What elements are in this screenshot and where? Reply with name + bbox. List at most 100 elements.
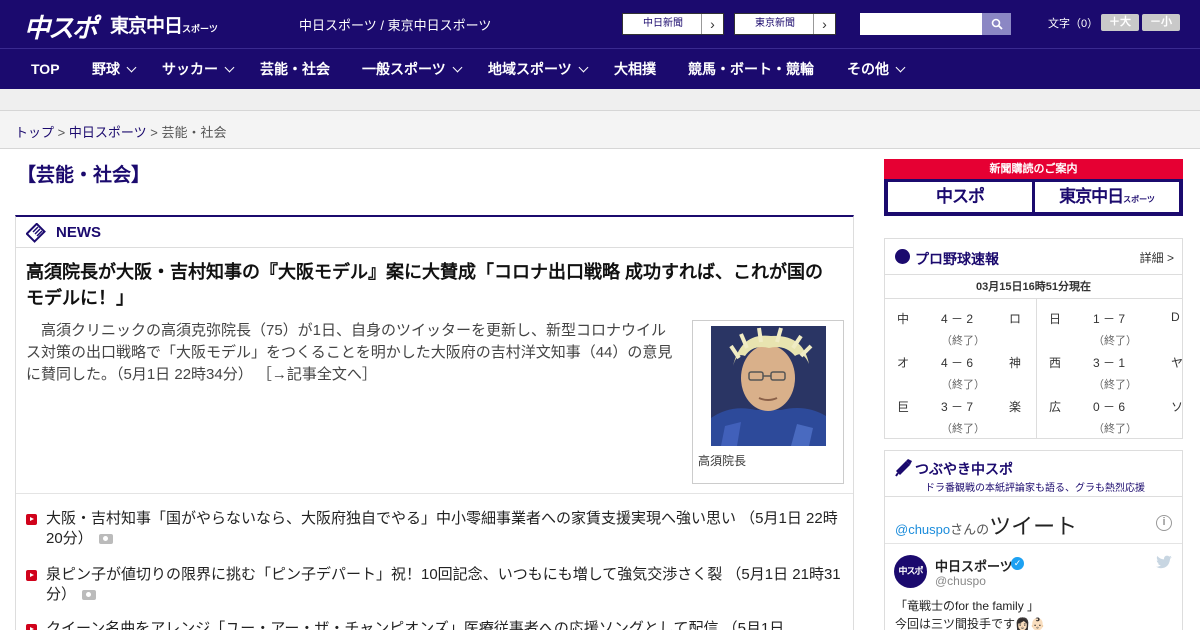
nav-label: 芸能・社会 [260, 61, 330, 77]
game-score[interactable]: 中 4 － 2 ロ （終了） [897, 310, 1037, 354]
away-team: 楽 [1009, 400, 1022, 414]
tweet-feed-heading: @chuspoさんのツイート [895, 509, 1077, 541]
tweet-text-line: 今回は三ツ間投手です👩🏻👶🏻 [895, 617, 1045, 630]
news-section-label: NEWS [56, 224, 101, 241]
nav-label: 大相撲 [614, 61, 656, 77]
game-score[interactable]: 巨 3 － 7 楽 （終了） [897, 398, 1037, 442]
score: 3 － 1 [1093, 356, 1126, 370]
breadcrumb-current: 芸能・社会 [161, 125, 227, 140]
nav-item-general-sports[interactable]: 一般スポーツ [362, 49, 463, 89]
chevron-right-icon: › [813, 14, 835, 34]
search-icon [991, 18, 1003, 30]
news-header: NEWS [16, 217, 853, 248]
game-score[interactable]: オ 4 － 6 神 （終了） [897, 354, 1037, 398]
font-larger-button[interactable]: ＋大 [1101, 14, 1139, 31]
tweet-title: つぶやき中スポ [915, 461, 1013, 477]
nav-item-entertainment[interactable]: 芸能・社会 [260, 49, 330, 89]
scores-timestamp: 03月15日16時51分現在 [885, 275, 1182, 299]
chevron-down-icon [895, 62, 906, 73]
chunichi-shimbun-label: 中日新聞 [643, 18, 683, 29]
nav-item-keiba[interactable]: 競馬・ボート・競輪 [688, 49, 814, 89]
divider [885, 543, 1182, 544]
breadcrumb-top[interactable]: トップ [15, 125, 54, 140]
tweet-header: つぶやき中スポ ドラ番観戦の本紙評論家も語る、グラも熱烈応援 [885, 451, 1182, 497]
breadcrumb: トップ > 中日スポーツ > 芸能・社会 [0, 111, 1200, 149]
breadcrumb-separator: > [150, 125, 158, 140]
divider [16, 493, 853, 494]
tokyo-shimbun-button[interactable]: 東京新聞 › [734, 13, 836, 35]
tweet-author-handle: @chuspo [935, 574, 986, 588]
main-headline[interactable]: 高須院長が大阪・吉村知事の『大阪モデル』案に大賛成「コロナ出口戦略 成功すれば、… [26, 259, 836, 311]
list-item-link[interactable]: 泉ピン子が値切りの限界に挑む「ピン子デパート」祝！10回記念、いつもにも増して強… [46, 566, 841, 603]
account-suffix: さんの [950, 522, 990, 537]
away-team: ロ [1009, 312, 1022, 326]
nav-item-others[interactable]: その他 [847, 49, 906, 89]
article-image [711, 326, 826, 446]
breadcrumb-chunichi-sports[interactable]: 中日スポーツ [69, 125, 147, 140]
subscription-header[interactable]: 新聞購読のご案内 [884, 159, 1183, 179]
home-team: 巨 [897, 400, 910, 414]
subscribe-tokyo-small: スポーツ [1123, 195, 1155, 204]
nav-label: その他 [847, 61, 889, 77]
site-title: 中日スポーツ / 東京中日スポーツ [299, 18, 492, 33]
account-link[interactable]: @chuspo [895, 522, 950, 537]
nav-label: 野球 [92, 61, 120, 77]
list-item[interactable]: 泉ピン子が値切りの限界に挑む「ピン子デパート」祝！10回記念、いつもにも増して強… [26, 565, 841, 605]
camera-icon [98, 534, 113, 544]
nav-item-soccer[interactable]: サッカー [162, 49, 235, 89]
tokyo-logo-small: スポーツ [182, 25, 218, 35]
game-status: （終了） [1093, 379, 1137, 391]
subscribe-tokyo-label: 東京中日 [1059, 187, 1124, 207]
score: 4 － 2 [941, 312, 974, 326]
search-button[interactable] [982, 13, 1011, 35]
sub-bar [0, 89, 1200, 111]
home-team: 日 [1049, 312, 1062, 326]
subscribe-chuspo-button[interactable]: 中スポ [888, 182, 1032, 212]
list-item-link[interactable]: 大阪・吉村知事「国がやらないなら、大阪府独自でやる」中小零細事業者への家賃支援実… [46, 510, 838, 547]
search-input[interactable] [860, 13, 982, 35]
nav-label: TOP [31, 61, 60, 77]
chunichi-shimbun-button[interactable]: 中日新聞 › [622, 13, 724, 35]
photo-caption: 高須院長 [698, 454, 747, 468]
info-icon[interactable]: i [1156, 515, 1172, 531]
baseball-icon [895, 249, 910, 264]
tweet-text: 「竜戦士のfor the family 」 今回は三ツ間投手です👩🏻👶🏻 [895, 597, 1165, 630]
subscribe-tokyo-button[interactable]: 東京中日スポーツ [1035, 182, 1179, 212]
game-status: （終了） [1093, 423, 1137, 435]
tweet-text-line: 「竜戦士のfor the family 」 [895, 599, 1040, 613]
list-item-link[interactable]: クイーン名曲をアレンジ「ユー・アー・ザ・チャンピオンズ」医療従事者への応援ソング… [46, 620, 784, 630]
list-item[interactable]: 大阪・吉村知事「国がやらないなら、大阪府独自でやる」中小零細事業者への家賃支援実… [26, 509, 841, 549]
nav-label: 競馬・ボート・競輪 [688, 61, 814, 77]
nav-item-local-sports[interactable]: 地域スポーツ [488, 49, 589, 89]
top-header: 中スポ 東京中日スポーツ 中日スポーツ / 東京中日スポーツ 中日新聞 › 東京… [0, 0, 1200, 48]
avatar[interactable]: 中スポ [894, 555, 927, 588]
away-team: 神 [1009, 356, 1022, 370]
article-photo[interactable]: 高須院長 [692, 320, 844, 484]
nav-item-top[interactable]: TOP [31, 49, 60, 89]
news-icon [26, 223, 46, 243]
nav-item-sumo[interactable]: 大相撲 [614, 49, 656, 89]
megaphone-icon [895, 459, 912, 477]
home-team: 西 [1049, 356, 1062, 370]
article-lead: 高須クリニックの高須克弥院長（75）が1日、自身のツイッターを更新し、新型コロナ… [26, 320, 680, 386]
subscription-banner: 新聞購読のご案内 中スポ 東京中日スポーツ [884, 159, 1183, 216]
page-title: 【芸能・社会】 [17, 165, 151, 186]
font-smaller-button[interactable]: －小 [1142, 14, 1180, 31]
game-score[interactable]: 日 1 － 7 D （終了） [1049, 310, 1189, 354]
scores-details-link[interactable]: 詳細 > [1140, 249, 1174, 266]
nav-item-baseball[interactable]: 野球 [92, 49, 137, 89]
game-score[interactable]: 西 3 － 1 ヤ （終了） [1049, 354, 1189, 398]
chuspo-logo[interactable]: 中スポ [24, 8, 98, 45]
list-item[interactable]: クイーン名曲をアレンジ「ユー・アー・ザ・チャンピオンズ」医療従事者への応援ソング… [26, 619, 841, 630]
tokyo-chunichi-logo[interactable]: 東京中日スポーツ [110, 11, 218, 38]
tweet-heading: ツイート [989, 514, 1078, 539]
bullet-icon [26, 514, 37, 525]
away-team: ヤ [1171, 356, 1184, 370]
game-score[interactable]: 広 0 － 6 ソ （終了） [1049, 398, 1189, 442]
chevron-down-icon [452, 62, 463, 73]
twitter-bird-icon[interactable] [1156, 555, 1172, 569]
game-status: （終了） [941, 379, 985, 391]
tweet-author-name[interactable]: 中日スポーツ [935, 556, 1013, 575]
score: 0 － 6 [1093, 400, 1126, 414]
read-more-link[interactable]: ［→記事全文へ］ [257, 366, 377, 383]
